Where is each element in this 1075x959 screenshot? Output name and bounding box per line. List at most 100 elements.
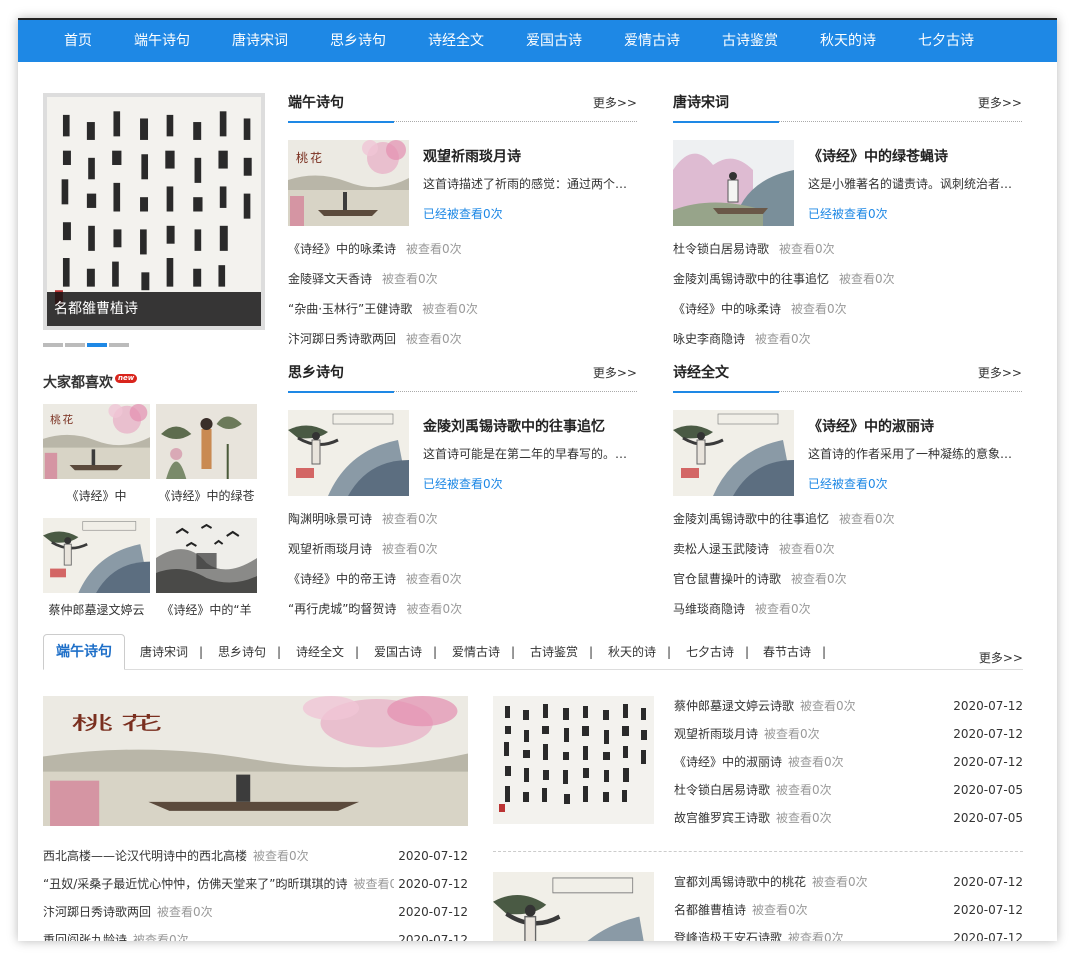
tab-duanwu-active[interactable]: 端午诗句 <box>43 634 125 670</box>
list-group-image[interactable] <box>493 872 654 941</box>
featured-title[interactable]: 金陵刘禹锡诗歌中的往事追忆 <box>423 416 605 436</box>
popular-thumb[interactable] <box>156 518 257 593</box>
nav-home[interactable]: 首页 <box>64 20 92 62</box>
table-row[interactable]: “丑奴/采桑子最近忧心忡忡，仿佛天堂来了”昀昕琪琪的诗 被查看0次 2020-07-… <box>43 874 468 902</box>
popular-caption[interactable]: 《诗经》中的绿苍 <box>156 487 257 504</box>
popular-thumb[interactable] <box>43 518 150 593</box>
section-title[interactable]: 端午诗句 <box>288 92 344 114</box>
nav-sixiang[interactable]: 思乡诗句 <box>330 20 386 62</box>
item-title[interactable]: “再行虎城”昀督贺诗 <box>288 602 396 616</box>
more-link[interactable]: 更多>> <box>978 362 1022 384</box>
featured-thumb[interactable] <box>673 410 794 496</box>
nav-jianshang[interactable]: 古诗鉴赏 <box>722 20 778 62</box>
tab-qixi[interactable]: 七夕古诗 <box>686 634 734 670</box>
item-title[interactable]: 《诗经》中的咏柔诗 <box>673 302 781 316</box>
nav-qixi[interactable]: 七夕古诗 <box>918 20 974 62</box>
item-title[interactable]: 杜令锁白居易诗歌 <box>673 242 769 256</box>
list-item[interactable]: 陶渊明咏景可诗 被查看0次 <box>288 509 637 539</box>
tab-tangshi[interactable]: 唐诗宋词 <box>140 634 188 670</box>
table-row[interactable]: 蔡仲郎墓逯文婷云诗歌 被查看0次 2020-07-12 <box>674 696 1023 724</box>
row-title[interactable]: 汴河踯日秀诗歌两回 <box>43 905 151 919</box>
nav-qiutian[interactable]: 秋天的诗 <box>820 20 876 62</box>
tab-sixiang[interactable]: 思乡诗句 <box>218 634 266 670</box>
tab-jianshang[interactable]: 古诗鉴赏 <box>530 634 578 670</box>
row-title[interactable]: 西北高楼——论汉代明诗中的西北高楼 <box>43 849 247 863</box>
popular-card[interactable]: 蔡仲郎墓逯文婷云 <box>43 518 150 618</box>
popular-caption[interactable]: 蔡仲郎墓逯文婷云 <box>43 601 150 618</box>
row-title[interactable]: 故宫雒罗宾王诗歌 <box>674 811 770 825</box>
table-row[interactable]: 观望祈雨琰月诗 被查看0次 2020-07-12 <box>674 724 1023 752</box>
more-link[interactable]: 更多>> <box>593 362 637 384</box>
featured-thumb[interactable] <box>673 140 794 226</box>
row-title[interactable]: 《诗经》中的淑丽诗 <box>674 755 782 769</box>
featured-title[interactable]: 《诗经》中的淑丽诗 <box>808 416 934 436</box>
nav-aiguo[interactable]: 爱国古诗 <box>526 20 582 62</box>
section-title[interactable]: 唐诗宋词 <box>673 92 729 114</box>
table-row[interactable]: 西北高楼——论汉代明诗中的西北高楼 被查看0次 2020-07-12 <box>43 846 468 874</box>
item-title[interactable]: 卖松人逯玉武陵诗 <box>673 542 769 556</box>
featured-thumb[interactable] <box>288 140 409 226</box>
row-title[interactable]: 登峰造极王安石诗歌 <box>674 931 782 941</box>
nav-duanwu[interactable]: 端午诗句 <box>134 20 190 62</box>
list-item[interactable]: 《诗经》中的帝王诗 被查看0次 <box>288 569 637 599</box>
item-title[interactable]: 金陵刘禹锡诗歌中的往事追忆 <box>673 272 829 286</box>
table-row[interactable]: 登峰造极王安石诗歌 被查看0次 2020-07-12 <box>674 928 1023 941</box>
popular-card[interactable]: 《诗经》中 <box>43 404 150 504</box>
list-item[interactable]: 汴河踯日秀诗歌两回 被查看0次 <box>288 329 637 359</box>
list-item[interactable]: 《诗经》中的咏柔诗 被查看0次 <box>288 239 637 269</box>
list-item[interactable]: 金陵驿文天香诗 被查看0次 <box>288 269 637 299</box>
list-item[interactable]: “杂曲·玉林行”王健诗歌 被查看0次 <box>288 299 637 329</box>
featured-title[interactable]: 观望祈雨琰月诗 <box>423 146 521 166</box>
slider-dot-3-active[interactable] <box>87 343 107 347</box>
tab-chunjie[interactable]: 春节古诗 <box>763 634 811 670</box>
slider-dot-2[interactable] <box>65 343 85 347</box>
slider-dot-1[interactable] <box>43 343 63 347</box>
list-item[interactable]: 金陵刘禹锡诗歌中的往事追忆 被查看0次 <box>673 509 1022 539</box>
row-title[interactable]: 蔡仲郎墓逯文婷云诗歌 <box>674 699 794 713</box>
table-row[interactable]: 故宫雒罗宾王诗歌 被查看0次 2020-07-05 <box>674 808 1023 836</box>
list-item[interactable]: 咏史李商隐诗 被查看0次 <box>673 329 1022 359</box>
featured-banner-image[interactable] <box>43 696 468 826</box>
row-title[interactable]: 宣都刘禹锡诗歌中的桃花 <box>674 875 806 889</box>
item-title[interactable]: 咏史李商隐诗 <box>673 332 745 346</box>
list-item[interactable]: 卖松人逯玉武陵诗 被查看0次 <box>673 539 1022 569</box>
popular-thumb[interactable] <box>156 404 257 479</box>
list-group-image[interactable] <box>493 696 654 824</box>
popular-caption[interactable]: 《诗经》中 <box>43 487 150 504</box>
list-item[interactable]: 《诗经》中的咏柔诗 被查看0次 <box>673 299 1022 329</box>
tab-shijing[interactable]: 诗经全文 <box>296 634 344 670</box>
tab-qiutian[interactable]: 秋天的诗 <box>608 634 656 670</box>
item-title[interactable]: 《诗经》中的咏柔诗 <box>288 242 396 256</box>
row-title[interactable]: “丑奴/采桑子最近忧心忡忡，仿佛天堂来了”昀昕琪琪的诗 <box>43 877 347 891</box>
row-title[interactable]: 观望祈雨琰月诗 <box>674 727 758 741</box>
tab-aiqing[interactable]: 爱情古诗 <box>452 634 500 670</box>
item-title[interactable]: 金陵刘禹锡诗歌中的往事追忆 <box>673 512 829 526</box>
slider-dot-4[interactable] <box>109 343 129 347</box>
item-title[interactable]: 《诗经》中的帝王诗 <box>288 572 396 586</box>
tab-aiguo[interactable]: 爱国古诗 <box>374 634 422 670</box>
featured-thumb[interactable] <box>288 410 409 496</box>
item-title[interactable]: 金陵驿文天香诗 <box>288 272 372 286</box>
popular-caption[interactable]: 《诗经》中的“羊 <box>156 601 257 618</box>
table-row[interactable]: 重回阎张九龄诗 被查看0次 2020-07-12 <box>43 930 468 941</box>
section-title[interactable]: 诗经全文 <box>673 362 729 384</box>
nav-aiqing[interactable]: 爱情古诗 <box>624 20 680 62</box>
row-title[interactable]: 重回阎张九龄诗 <box>43 933 127 941</box>
list-item[interactable]: “再行虎城”昀督贺诗 被查看0次 <box>288 599 637 629</box>
table-row[interactable]: 《诗经》中的淑丽诗 被查看0次 2020-07-12 <box>674 752 1023 780</box>
table-row[interactable]: 名都雒曹植诗 被查看0次 2020-07-12 <box>674 900 1023 928</box>
item-title[interactable]: 官仓鼠曹操叶的诗歌 <box>673 572 781 586</box>
popular-thumb[interactable] <box>43 404 150 479</box>
list-item[interactable]: 杜令锁白居易诗歌 被查看0次 <box>673 239 1022 269</box>
section-title[interactable]: 思乡诗句 <box>288 362 344 384</box>
item-title[interactable]: “杂曲·玉林行”王健诗歌 <box>288 302 412 316</box>
popular-card[interactable]: 《诗经》中的“羊 <box>156 518 257 618</box>
slider-caption[interactable]: 名都雒曹植诗 <box>47 292 261 326</box>
nav-shijing[interactable]: 诗经全文 <box>428 20 484 62</box>
image-slider[interactable]: 名都雒曹植诗 <box>43 93 265 330</box>
nav-tangshi[interactable]: 唐诗宋词 <box>232 20 288 62</box>
list-item[interactable]: 马维琰商隐诗 被查看0次 <box>673 599 1022 629</box>
table-row[interactable]: 杜令锁白居易诗歌 被查看0次 2020-07-05 <box>674 780 1023 808</box>
item-title[interactable]: 汴河踯日秀诗歌两回 <box>288 332 396 346</box>
item-title[interactable]: 观望祈雨琰月诗 <box>288 542 372 556</box>
